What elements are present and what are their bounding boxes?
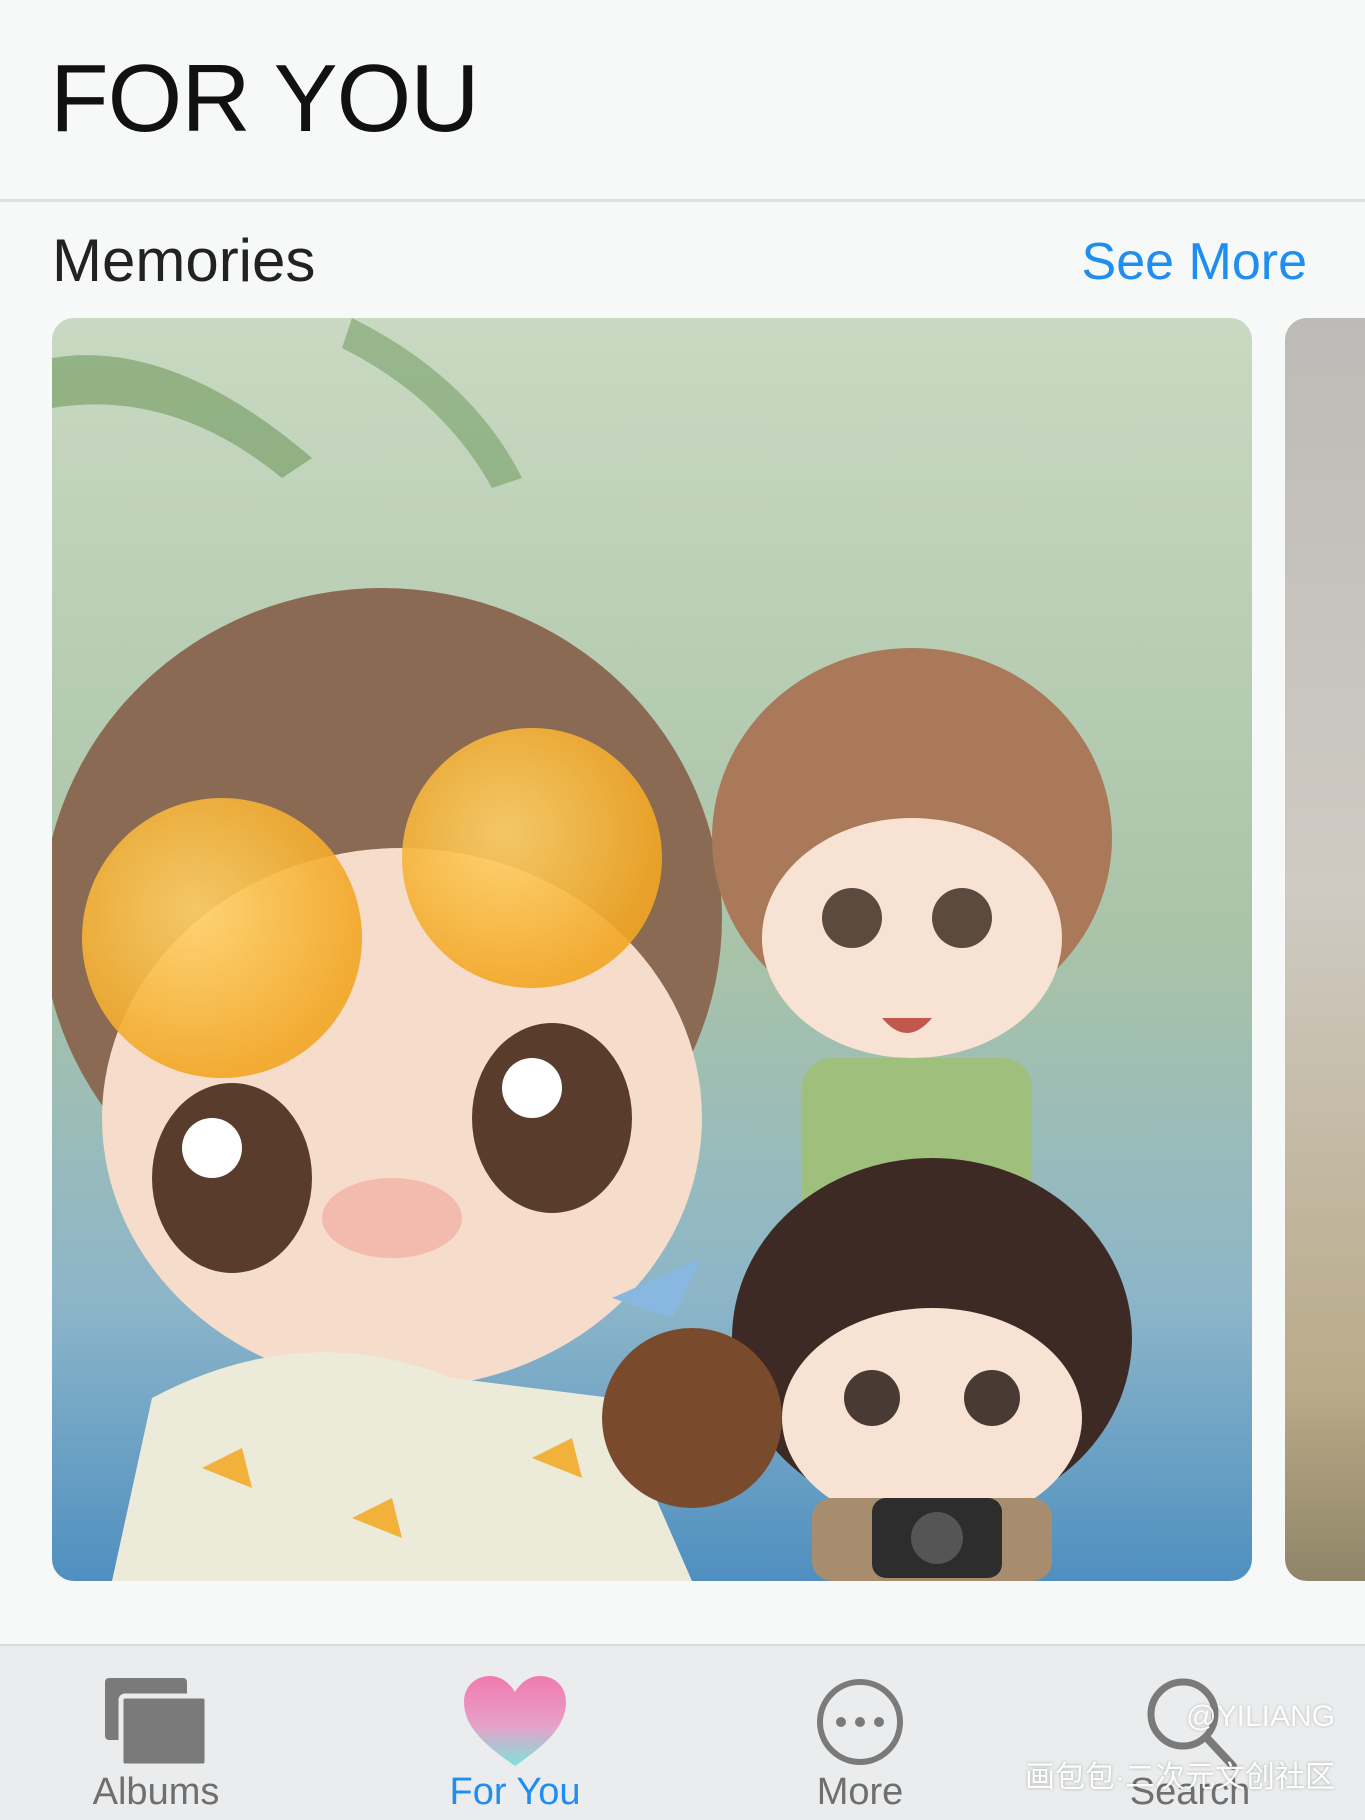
page-header: FOR YOU [0, 0, 1365, 202]
tab-for-you[interactable]: For You [395, 1646, 635, 1820]
watermark-handle: @YILIANG [1186, 1700, 1335, 1733]
page-title: FOR YOU [50, 45, 480, 152]
memories-section-title: Memories [52, 227, 316, 294]
see-more-link[interactable]: See More [1082, 232, 1307, 292]
memory-card[interactable] [52, 318, 1252, 1581]
tab-albums-label: Albums [92, 1771, 220, 1813]
memory-illustration [52, 318, 1252, 1581]
next-memory-card[interactable] [1285, 318, 1365, 1581]
watermark-site: 画包包·二次元文创社区 [1025, 1761, 1335, 1794]
tab-for-you-label: For You [449, 1771, 581, 1813]
heart-icon [464, 1676, 566, 1766]
albums-icon [105, 1678, 210, 1769]
tab-more[interactable]: More [740, 1646, 980, 1820]
more-icon [817, 1679, 903, 1765]
tab-albums[interactable]: Albums [36, 1646, 276, 1820]
tab-more-label: More [816, 1771, 904, 1813]
